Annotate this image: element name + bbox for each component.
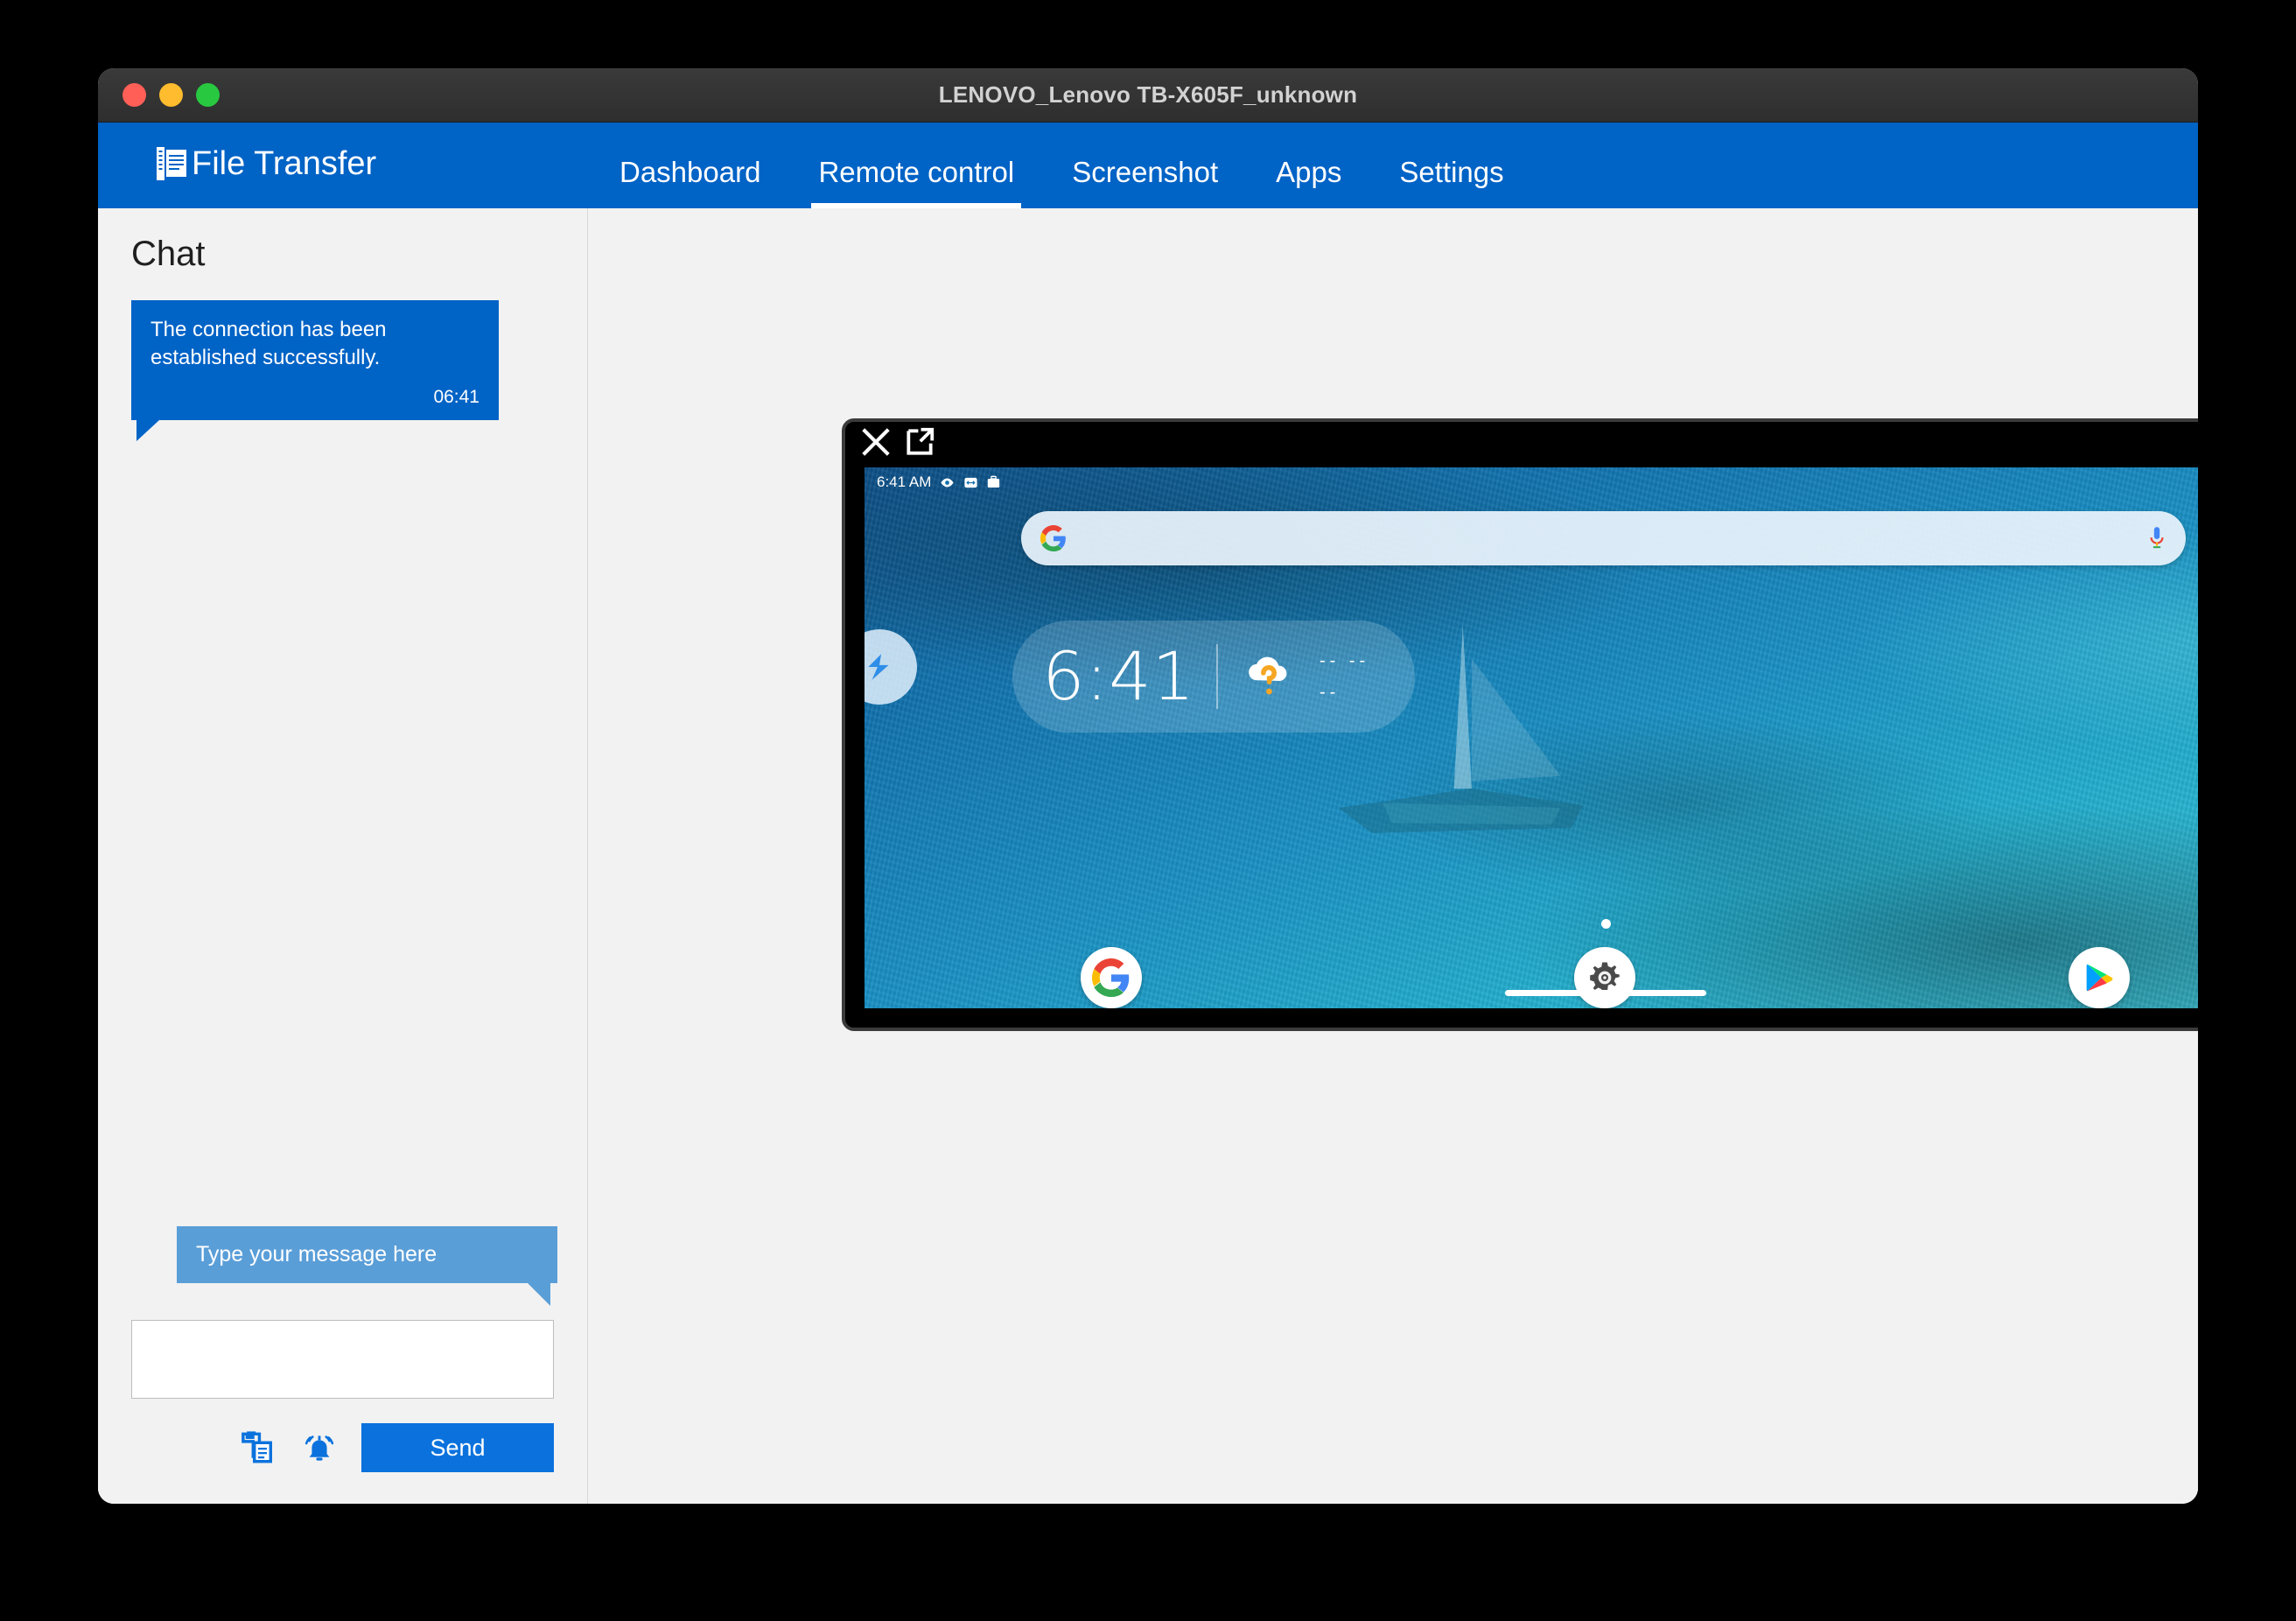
chat-panel: Chat The connection has been established… bbox=[98, 208, 588, 1504]
microphone-icon[interactable] bbox=[2147, 525, 2166, 551]
chat-message-text: The connection has been established succ… bbox=[150, 318, 387, 369]
application-window: LENOVO_Lenovo TB-X605F_unknown File Tran… bbox=[98, 68, 2198, 1504]
nav-tabs: Dashboard Remote control Screenshot Apps… bbox=[620, 123, 1504, 208]
weather-detail-line: -- bbox=[1319, 683, 1340, 702]
clipboard-paste-icon bbox=[242, 1431, 272, 1463]
play-store-icon bbox=[2086, 964, 2113, 992]
status-bar-time: 6:41 AM bbox=[877, 474, 932, 490]
app-icon-settings[interactable]: Settings bbox=[1358, 947, 1852, 1008]
briefcase-icon bbox=[988, 475, 1000, 488]
alarm-bell-button[interactable] bbox=[300, 1428, 339, 1467]
home-gesture-bar[interactable] bbox=[1504, 990, 1706, 996]
clipboard-paste-button[interactable] bbox=[239, 1428, 277, 1467]
tab-remote-control[interactable]: Remote control bbox=[811, 156, 1021, 208]
weather-placeholder-lines: -- -- -- bbox=[1320, 652, 1369, 701]
side-launcher-tab[interactable] bbox=[864, 629, 917, 705]
lightning-bolt-icon bbox=[868, 654, 889, 680]
minimize-window-button[interactable] bbox=[159, 83, 183, 107]
chat-bubble-system: The connection has been established succ… bbox=[131, 300, 499, 442]
resize-arrows-icon bbox=[964, 477, 977, 488]
app-icon-circle bbox=[2068, 947, 2130, 1008]
chat-message-item: The connection has been established succ… bbox=[98, 300, 587, 442]
window-body: Chat The connection has been established… bbox=[98, 208, 2198, 1504]
tab-dashboard[interactable]: Dashboard bbox=[620, 156, 760, 208]
window-controls bbox=[122, 83, 220, 107]
alarm-bell-icon bbox=[304, 1435, 334, 1461]
external-link-icon[interactable] bbox=[903, 425, 936, 459]
message-input[interactable] bbox=[131, 1320, 554, 1399]
tab-screenshot[interactable]: Screenshot bbox=[1072, 156, 1218, 208]
tab-settings[interactable]: Settings bbox=[1399, 156, 1503, 208]
title-bar: LENOVO_Lenovo TB-X605F_unknown bbox=[98, 68, 2198, 123]
remote-control-stage: 6:41 AM 6:41 -- -- -- bbox=[588, 208, 2198, 1504]
google-g-icon bbox=[1092, 958, 1130, 997]
app-icon-play-store[interactable]: Play Store bbox=[1852, 947, 2198, 1008]
google-search-bar[interactable] bbox=[1021, 511, 2187, 565]
chat-message-list: The connection has been established succ… bbox=[98, 300, 587, 442]
maximize-window-button[interactable] bbox=[196, 83, 220, 107]
weather-temp-line: -- -- bbox=[1319, 651, 1370, 670]
chat-panel-title: Chat bbox=[131, 235, 206, 273]
google-g-icon bbox=[1040, 525, 1067, 551]
window-title: LENOVO_Lenovo TB-X605F_unknown bbox=[938, 81, 1358, 108]
widget-divider bbox=[1215, 644, 1218, 709]
app-icon-circle bbox=[1081, 947, 1143, 1008]
page-indicator-dot bbox=[1600, 919, 1611, 929]
device-toolbar bbox=[859, 425, 936, 459]
cloud-question-icon bbox=[1249, 656, 1287, 695]
chat-message-time: 06:41 bbox=[433, 387, 480, 408]
android-status-bar: 6:41 AM bbox=[864, 467, 2198, 497]
weather-section: -- -- -- bbox=[1239, 648, 1369, 705]
compose-hint-tooltip: Type your message here bbox=[177, 1226, 557, 1306]
app-icon-circle bbox=[1574, 947, 1636, 1008]
composer-actions: Send bbox=[131, 1423, 554, 1472]
app-brand: File Transfer bbox=[157, 147, 376, 180]
home-screen-app-row: Google Settings bbox=[864, 947, 2198, 1008]
clock-weather-widget[interactable]: 6:41 -- -- -- bbox=[1012, 621, 1416, 733]
close-icon[interactable] bbox=[859, 425, 892, 459]
send-button[interactable]: Send bbox=[361, 1423, 554, 1472]
status-bar-left: 6:41 AM bbox=[877, 474, 1000, 491]
document-list-icon bbox=[157, 147, 186, 180]
app-brand-label: File Transfer bbox=[192, 145, 377, 182]
close-window-button[interactable] bbox=[122, 83, 146, 107]
main-navigation-bar: File Transfer Dashboard Remote control S… bbox=[98, 123, 2198, 208]
chat-composer: Type your message here Send bbox=[98, 1226, 587, 1472]
device-mirror-frame: 6:41 AM 6:41 -- -- -- bbox=[842, 418, 2198, 1031]
app-icon-google[interactable]: Google bbox=[864, 947, 1358, 1008]
android-screen[interactable]: 6:41 AM 6:41 -- -- -- bbox=[864, 467, 2198, 1008]
eye-icon bbox=[941, 478, 954, 487]
tab-apps[interactable]: Apps bbox=[1276, 156, 1341, 208]
clock-time: 6:41 bbox=[1042, 637, 1195, 715]
